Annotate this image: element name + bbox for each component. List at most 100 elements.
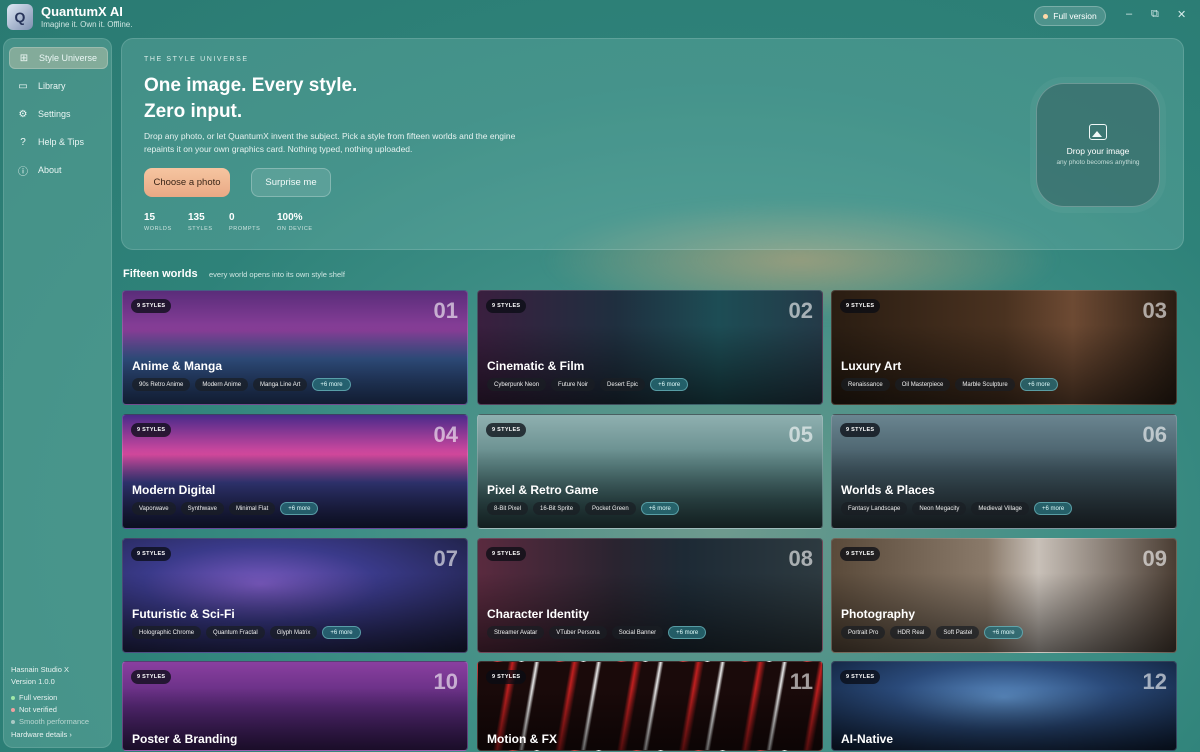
- style-chip[interactable]: Quantum Fractal: [206, 626, 265, 639]
- world-name: Anime & Manga: [132, 359, 223, 373]
- more-styles-chip[interactable]: +6 more: [650, 378, 689, 391]
- style-chip[interactable]: VTuber Persona: [549, 626, 607, 639]
- world-name: Photography: [841, 607, 915, 621]
- stat-worlds: 15 WORLDS: [144, 212, 172, 232]
- world-card[interactable]: 9 STYLES 08 Character Identity Streamer Ava…: [477, 538, 823, 653]
- maximize-button[interactable]: ⧉: [1151, 8, 1159, 21]
- worlds-section-subtitle: every world opens into its own style she…: [209, 270, 345, 279]
- style-chip[interactable]: Vaporwave: [132, 502, 176, 515]
- more-styles-chip[interactable]: +6 more: [668, 626, 707, 639]
- world-card[interactable]: 9 STYLES 11 Motion & FX: [477, 661, 823, 751]
- styles-count-badge: 9 STYLES: [131, 299, 172, 313]
- app-tagline: Imagine it. Own it. Offline.: [41, 20, 133, 29]
- world-card[interactable]: 9 STYLES 10 Poster & Branding: [122, 661, 468, 751]
- style-chip[interactable]: Portrait Pro: [841, 626, 886, 639]
- style-chip[interactable]: Glyph Matrix: [269, 626, 318, 639]
- drop-image-zone[interactable]: Drop your image any photo becomes anythi…: [1036, 83, 1160, 207]
- studio-name: Hasnain Studio X: [11, 665, 69, 674]
- style-chip[interactable]: Cyberpunk Neon: [487, 378, 547, 391]
- minimize-button[interactable]: –: [1126, 8, 1132, 20]
- world-name: Modern Digital: [132, 483, 216, 497]
- style-chip[interactable]: Soft Pastel: [936, 626, 980, 639]
- more-styles-chip[interactable]: +6 more: [984, 626, 1023, 639]
- more-styles-chip[interactable]: +6 more: [312, 378, 351, 391]
- world-number: 03: [1142, 298, 1167, 323]
- world-card[interactable]: 9 STYLES 12 AI-Native: [831, 661, 1177, 751]
- world-card[interactable]: 9 STYLES 02 Cinematic & Film Cyberpunk Neon…: [477, 290, 823, 405]
- status-dot-icon: [1043, 13, 1049, 19]
- world-name: Worlds & Places: [841, 483, 935, 497]
- status-dot-icon: [11, 720, 15, 725]
- style-chip[interactable]: Renaissance: [841, 378, 890, 391]
- stat-prompts: 0 PROMPTS: [229, 212, 261, 232]
- style-chip[interactable]: Streamer Avatar: [487, 626, 545, 639]
- styles-count-badge: 9 STYLES: [486, 547, 527, 561]
- sidebar-item-help[interactable]: ? Help & Tips: [9, 131, 108, 153]
- style-chip[interactable]: Fantasy Landscape: [841, 502, 908, 515]
- image-icon: [1089, 124, 1107, 140]
- world-number: 06: [1142, 422, 1167, 447]
- title-bar: Q QuantumX AI Imagine it. Own it. Offlin…: [0, 0, 1200, 34]
- world-number: 02: [788, 298, 813, 323]
- drop-zone-subtitle: any photo becomes anything: [1056, 159, 1140, 166]
- style-chip[interactable]: Medieval Village: [971, 502, 1029, 515]
- world-card[interactable]: 9 STYLES 04 Modern Digital Vaporwave Synthwa…: [122, 414, 468, 529]
- style-chip[interactable]: Desert Epic: [600, 378, 646, 391]
- style-chips: Streamer Avatar VTuber Persona Social Bann…: [487, 626, 707, 639]
- world-card[interactable]: 9 STYLES 09 Photography Portrait Pro HDR Rea…: [831, 538, 1177, 653]
- style-chips: Fantasy Landscape Neon Megacity Medieval V…: [841, 502, 1073, 515]
- worlds-section-title: Fifteen worlds: [123, 268, 198, 280]
- world-card[interactable]: 9 STYLES 01 Anime & Manga 90s Retro Anime Mo…: [122, 290, 468, 405]
- more-styles-chip[interactable]: +6 more: [1034, 502, 1073, 515]
- status-performance: Smooth performance: [11, 717, 89, 726]
- more-styles-chip[interactable]: +6 more: [640, 502, 679, 515]
- more-styles-chip[interactable]: +6 more: [1019, 378, 1058, 391]
- close-button[interactable]: ✕: [1177, 8, 1186, 21]
- style-chip[interactable]: Pocket Green: [585, 502, 636, 515]
- styles-count-badge: 9 STYLES: [486, 670, 527, 684]
- world-number: 07: [433, 546, 458, 571]
- sidebar-item-about[interactable]: ⓘ About: [9, 159, 108, 181]
- more-styles-chip[interactable]: +6 more: [280, 502, 319, 515]
- style-chip[interactable]: Future Noir: [551, 378, 596, 391]
- style-chip[interactable]: Minimal Flat: [228, 502, 276, 515]
- style-chips: Portrait Pro HDR Real Soft Pastel +6 more: [841, 626, 1023, 639]
- full-version-pill[interactable]: Full version: [1034, 6, 1106, 26]
- world-name: Cinematic & Film: [487, 359, 585, 373]
- more-styles-chip[interactable]: +6 more: [322, 626, 361, 639]
- style-chip[interactable]: Manga Line Art: [253, 378, 308, 391]
- world-number: 10: [433, 669, 458, 694]
- surprise-me-button[interactable]: Surprise me: [251, 168, 331, 197]
- world-number: 09: [1142, 546, 1167, 571]
- style-chip[interactable]: 90s Retro Anime: [132, 378, 191, 391]
- style-chip[interactable]: Social Banner: [611, 626, 664, 639]
- status-full-version: Full version: [11, 693, 57, 702]
- hero-panel: THE STYLE UNIVERSE One image. Every styl…: [121, 38, 1184, 250]
- world-card[interactable]: 9 STYLES 03 Luxury Art Renaissance Oil Maste…: [831, 290, 1177, 405]
- world-card[interactable]: 9 STYLES 05 Pixel & Retro Game 8-Bit Pixel 1…: [477, 414, 823, 529]
- styles-count-badge: 9 STYLES: [840, 670, 881, 684]
- sidebar-item-library[interactable]: ▭ Library: [9, 75, 108, 97]
- style-chip[interactable]: HDR Real: [890, 626, 932, 639]
- style-chip[interactable]: Holographic Chrome: [132, 626, 202, 639]
- style-chip[interactable]: 8-Bit Pixel: [487, 502, 529, 515]
- sidebar-item-style-universe[interactable]: ⊞ Style Universe: [9, 47, 108, 69]
- stat-on-device: 100% ON DEVICE: [277, 212, 313, 232]
- world-card[interactable]: 9 STYLES 06 Worlds & Places Fantasy Landsca…: [831, 414, 1177, 529]
- world-name: Poster & Branding: [132, 732, 238, 746]
- app-logo-icon: Q: [7, 4, 33, 30]
- style-chip[interactable]: Oil Masterpiece: [894, 378, 951, 391]
- world-card[interactable]: 9 STYLES 07 Futuristic & Sci-Fi Holographic…: [122, 538, 468, 653]
- choose-photo-button[interactable]: Choose a photo: [144, 168, 230, 197]
- style-chips: Renaissance Oil Masterpiece Marble Sculptu…: [841, 378, 1058, 391]
- sidebar-item-label: Help & Tips: [38, 137, 85, 147]
- style-chip[interactable]: Neon Megacity: [912, 502, 967, 515]
- question-icon: ?: [20, 136, 26, 148]
- world-name: Pixel & Retro Game: [487, 483, 599, 497]
- sidebar-item-settings[interactable]: ⚙ Settings: [9, 103, 108, 125]
- style-chip[interactable]: Modern Anime: [195, 378, 249, 391]
- hardware-details-link[interactable]: Hardware details ›: [11, 730, 72, 739]
- style-chip[interactable]: Synthwave: [180, 502, 224, 515]
- style-chip[interactable]: Marble Sculpture: [955, 378, 1015, 391]
- style-chip[interactable]: 16-Bit Sprite: [533, 502, 581, 515]
